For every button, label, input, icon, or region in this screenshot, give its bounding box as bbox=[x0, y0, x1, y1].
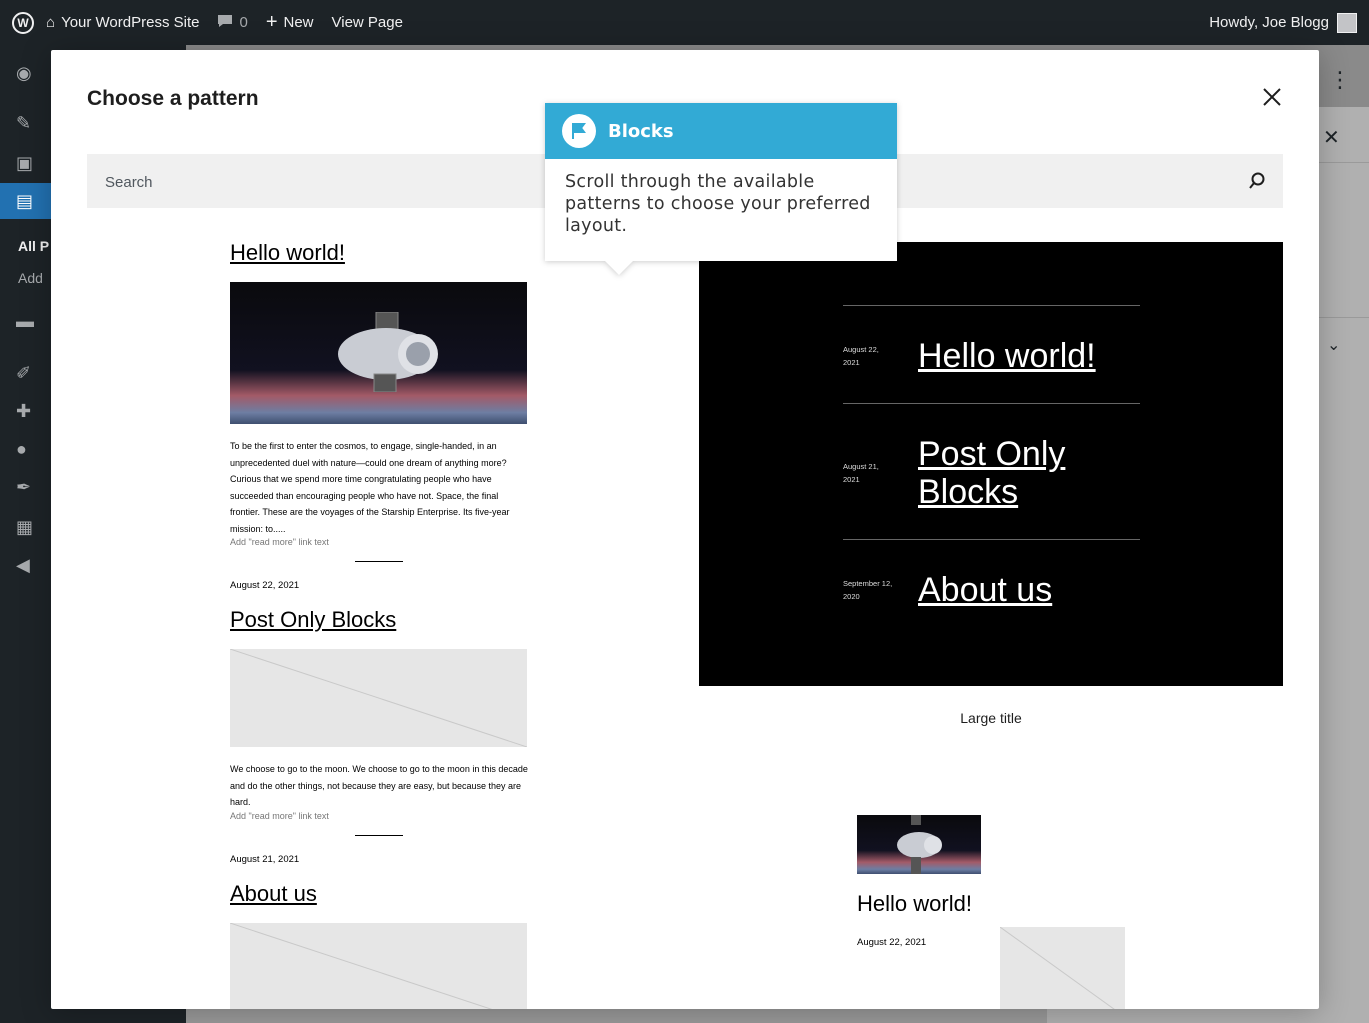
separator bbox=[355, 561, 403, 562]
sidebar-sub-all-pages[interactable]: All P bbox=[18, 238, 49, 254]
more-options-icon[interactable]: ⋮ bbox=[1329, 67, 1351, 93]
image-placeholder bbox=[230, 649, 527, 747]
modal-title: Choose a pattern bbox=[87, 87, 259, 110]
entry-date: September 12, 2020 bbox=[843, 579, 893, 601]
close-modal-button[interactable] bbox=[1257, 82, 1287, 112]
new-label: New bbox=[283, 14, 314, 31]
post-date: August 21, 2021 bbox=[230, 853, 300, 865]
tooltip-title: Blocks bbox=[608, 120, 674, 142]
entry-title: Post Only Blocks bbox=[918, 435, 1066, 511]
collapse-menu-icon[interactable]: ◀ bbox=[16, 555, 38, 575]
close-panel-icon[interactable]: ✕ bbox=[1323, 125, 1340, 150]
comments-count: 0 bbox=[239, 14, 248, 31]
site-name-link[interactable]: ⌂ Your WordPress Site bbox=[46, 14, 199, 31]
post-featured-image[interactable] bbox=[857, 815, 981, 874]
comment-bubble-icon bbox=[217, 14, 233, 32]
pattern-preview-posts-list[interactable]: Hello world! To be the first to enter th… bbox=[230, 240, 528, 1009]
post-featured-image bbox=[230, 282, 527, 424]
plus-icon: + bbox=[265, 11, 278, 33]
post-date: August 22, 2021 bbox=[857, 937, 927, 948]
spacecraft-image bbox=[338, 312, 438, 392]
pattern-modal: Choose a pattern Hello world! To be the … bbox=[51, 50, 1319, 1009]
pattern-preview-large-title[interactable]: August 22, 2021 Hello world! August 21, … bbox=[699, 242, 1283, 686]
close-icon bbox=[1263, 88, 1281, 106]
separator bbox=[843, 539, 1140, 540]
post-excerpt: To be the first to enter the cosmos, to … bbox=[230, 441, 510, 534]
separator bbox=[355, 834, 403, 836]
pattern-caption: Large title bbox=[960, 710, 1022, 726]
tooltip-arrow bbox=[605, 261, 633, 275]
admin-bar: W ⌂ Your WordPress Site 0 + New View Pag… bbox=[0, 0, 1369, 45]
guide-tooltip: Blocks Scroll through the available patt… bbox=[545, 103, 897, 275]
site-name: Your WordPress Site bbox=[61, 14, 200, 31]
entry-date: August 22, 2021 bbox=[843, 345, 879, 367]
post-title: Hello world! bbox=[230, 240, 345, 265]
post-excerpt: We choose to go to the moon. We choose t… bbox=[230, 764, 528, 807]
users-icon[interactable]: ● bbox=[16, 439, 38, 459]
post-title: About us bbox=[230, 880, 317, 906]
tooltip-header: Blocks bbox=[545, 103, 897, 159]
spacecraft-image bbox=[897, 815, 942, 874]
posts-pin-icon[interactable]: ✎ bbox=[16, 113, 38, 133]
account-menu[interactable]: Howdy, Joe Blogg bbox=[1209, 0, 1357, 45]
avatar bbox=[1337, 12, 1357, 33]
view-page-link[interactable]: View Page bbox=[332, 14, 403, 31]
flag-icon bbox=[562, 114, 596, 148]
post-title: Post Only Blocks bbox=[230, 607, 397, 632]
entry-date: August 21, 2021 bbox=[843, 462, 879, 484]
howdy-text: Howdy, Joe Blogg bbox=[1209, 14, 1329, 31]
home-icon: ⌂ bbox=[46, 14, 56, 31]
search-icon[interactable] bbox=[1247, 171, 1267, 191]
separator bbox=[843, 403, 1140, 404]
comments-link[interactable]: 0 bbox=[217, 14, 248, 32]
sidebar-sub-add-new[interactable]: Add bbox=[18, 270, 43, 286]
media-icon[interactable]: ▣ bbox=[16, 153, 38, 173]
image-placeholder bbox=[230, 922, 527, 1009]
chevron-down-icon[interactable]: ⌄ bbox=[1327, 335, 1340, 355]
post-date: August 22, 2021 bbox=[230, 580, 300, 591]
separator bbox=[843, 305, 1140, 306]
post-title: Hello world! bbox=[857, 891, 972, 916]
tools-icon[interactable]: ✒ bbox=[16, 477, 38, 497]
read-more-link: Add "read more" link text bbox=[230, 537, 329, 547]
entry-title: About us bbox=[918, 571, 1053, 609]
tooltip-body: Scroll through the available patterns to… bbox=[545, 159, 897, 261]
appearance-icon[interactable]: ✐ bbox=[16, 363, 38, 383]
dashboard-icon[interactable]: ◉ bbox=[16, 63, 38, 83]
plugins-icon[interactable]: ✚ bbox=[16, 401, 38, 421]
view-page-label: View Page bbox=[331, 14, 403, 31]
entry-title: Hello world! bbox=[918, 337, 1096, 375]
pages-icon: ▤ bbox=[16, 191, 34, 211]
new-content-link[interactable]: + New bbox=[266, 11, 314, 34]
settings-icon[interactable]: ▦ bbox=[16, 517, 38, 537]
read-more-link: Add "read more" link text bbox=[230, 810, 329, 821]
comments-icon[interactable]: ▬ bbox=[16, 311, 38, 331]
image-placeholder bbox=[1000, 927, 1125, 1009]
wordpress-logo-icon[interactable]: W bbox=[12, 11, 34, 34]
